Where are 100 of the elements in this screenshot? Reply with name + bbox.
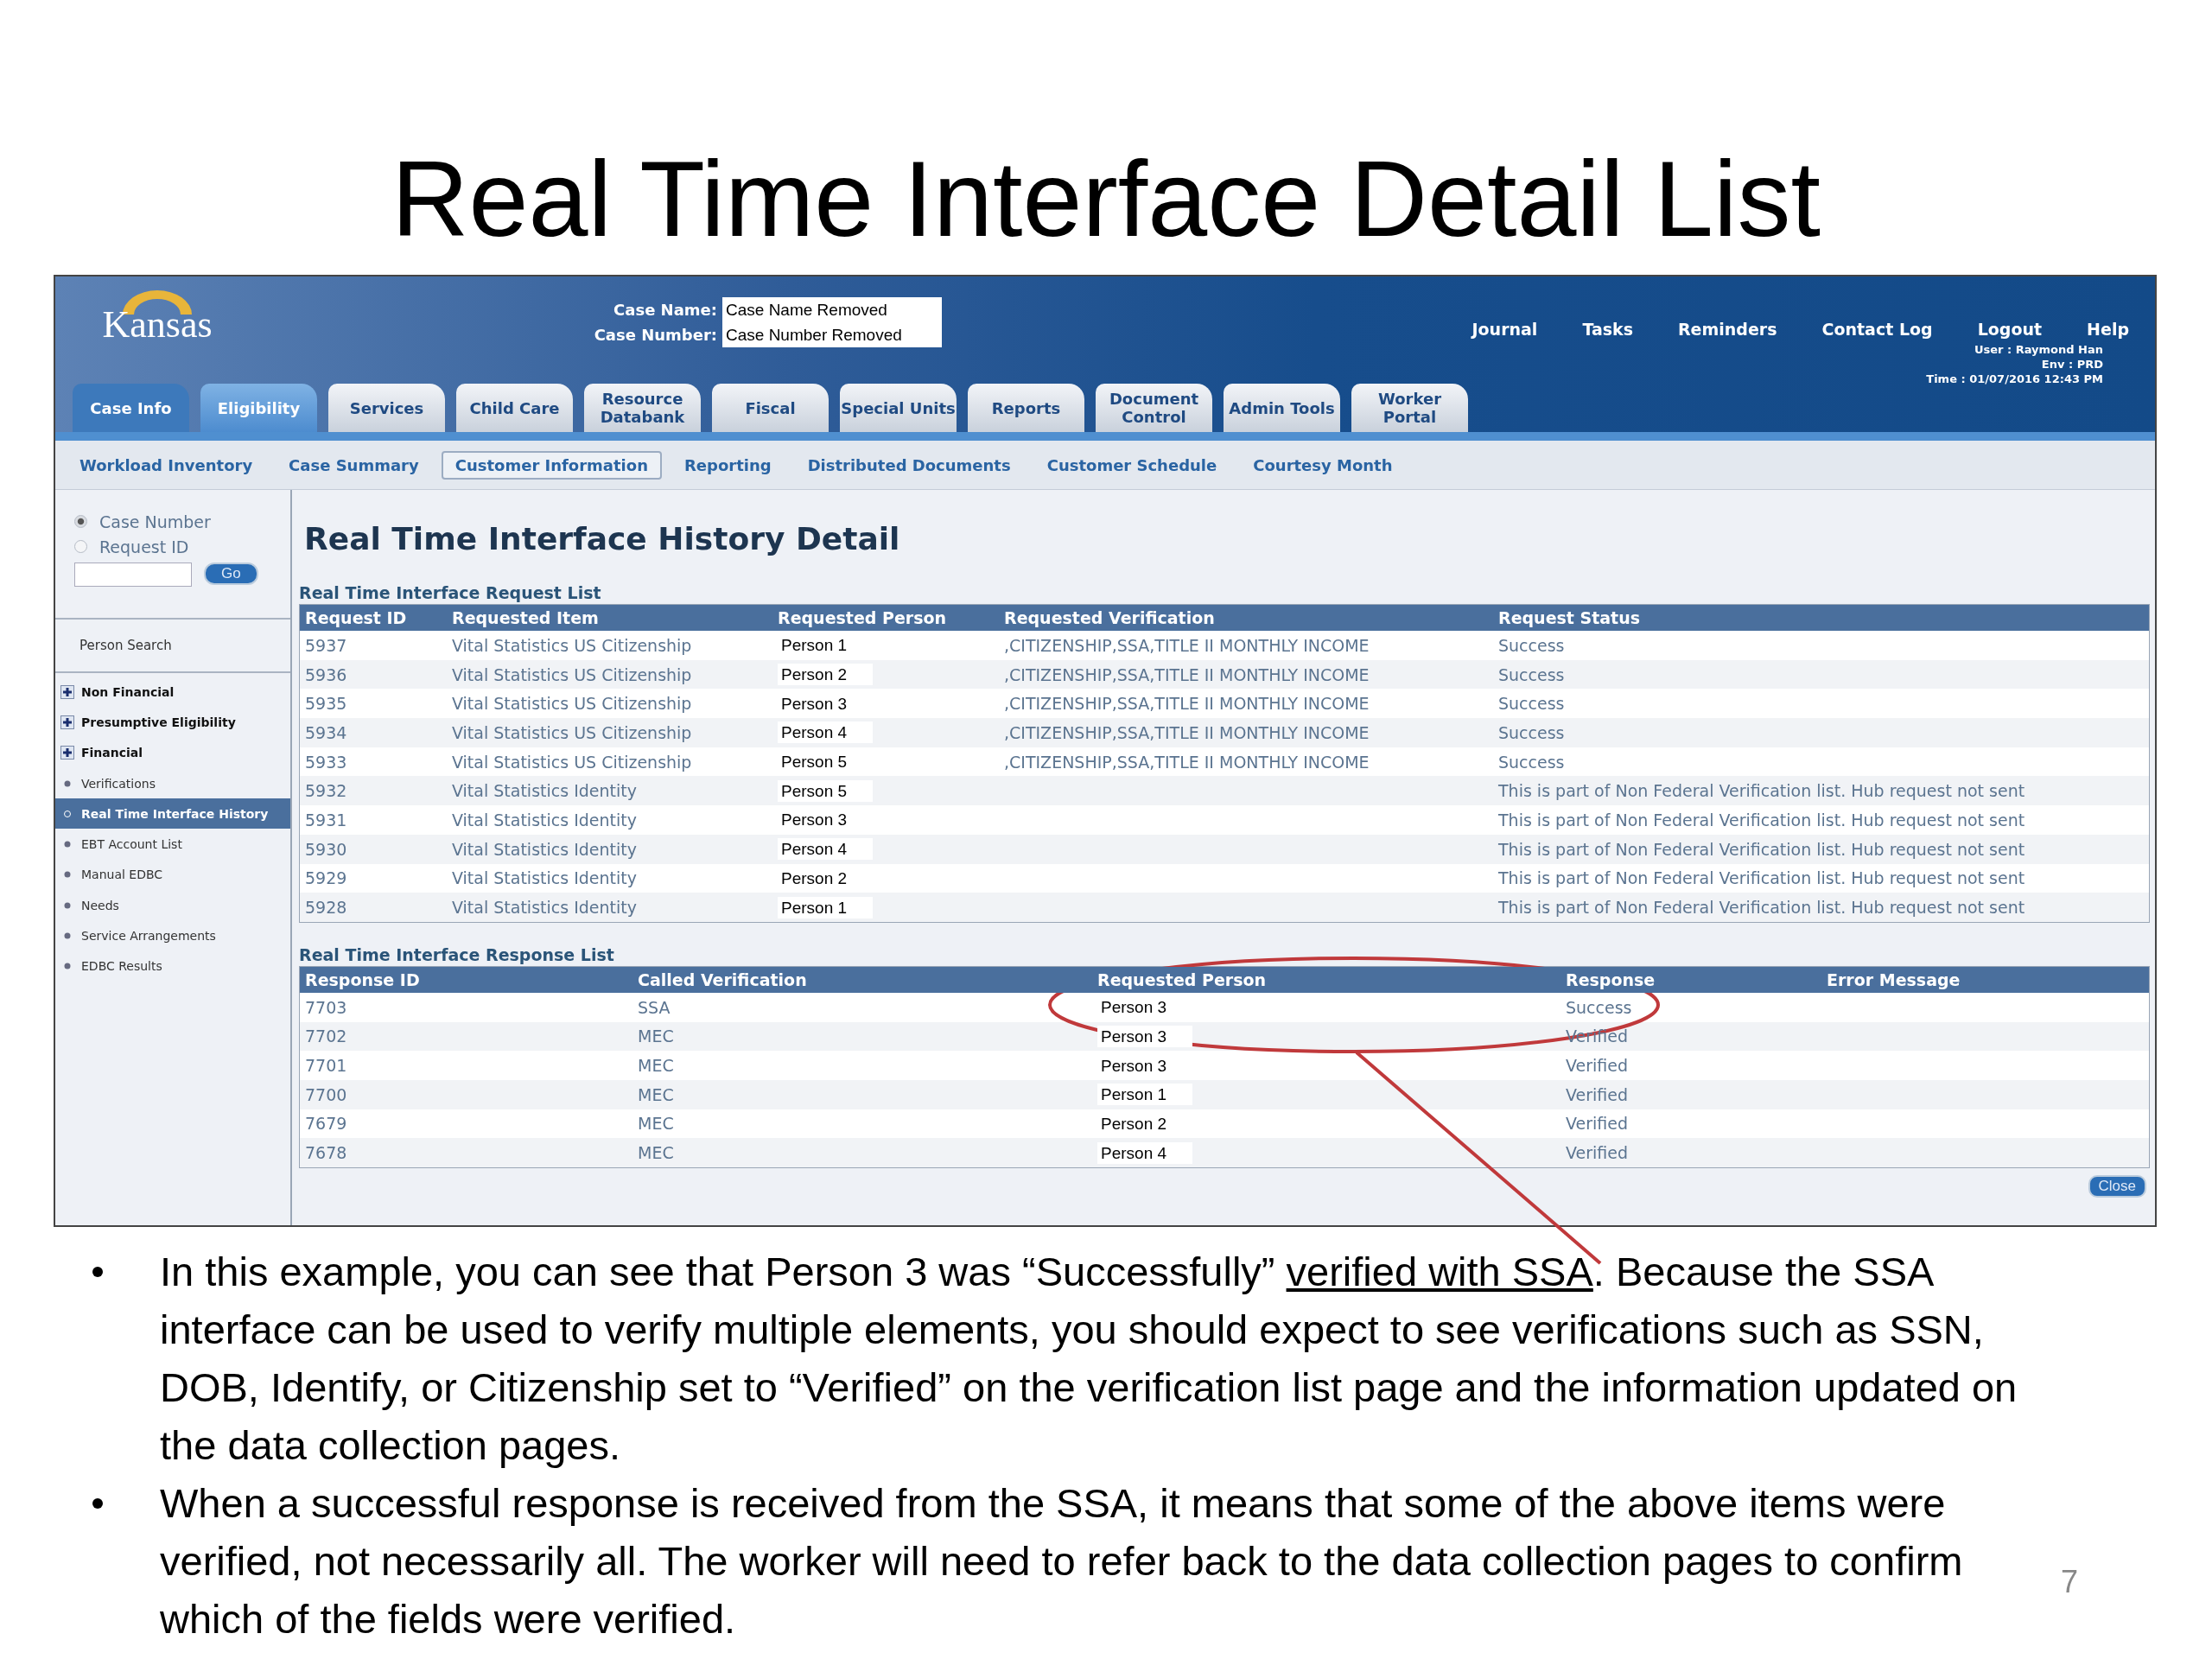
case-field-value: Case Number Removed xyxy=(722,322,942,347)
bullet-icon xyxy=(63,779,72,788)
sidebar-item[interactable]: Manual EDBC xyxy=(55,859,290,891)
table-cell: 7679 xyxy=(305,1114,347,1134)
page-number: 7 xyxy=(2061,1564,2079,1600)
nav-tab[interactable]: Document Control xyxy=(1096,384,1212,432)
table-cell: 5937 xyxy=(305,635,347,655)
header-link[interactable]: Logout xyxy=(1977,320,2043,339)
bullet-paragraph: In this example, you can see that Person 3 was “Successfully” verified with SSA. Because the SSA interface can be used to verify multiple elements, you should expect to see verifications such as SSN, DOB, Identify, or Citizenship set to “Verified” on the verification list page and the information updated on the data collection pages. xyxy=(160,1248,2018,1470)
sub-nav-link[interactable]: Workload Inventory xyxy=(66,450,267,480)
sub-nav-link[interactable]: Customer Information xyxy=(441,450,662,480)
nav-tab[interactable]: Special Units xyxy=(840,384,957,432)
case-field-label: Case Name: xyxy=(613,301,718,319)
sub-nav-link[interactable]: Distributed Documents xyxy=(793,450,1025,480)
search-field[interactable] xyxy=(74,563,192,587)
sidebar-item[interactable]: EBT Account List xyxy=(55,829,290,860)
table-cell: Vital Statistics US Citizenship xyxy=(452,694,692,714)
table-cell: 5928 xyxy=(305,898,347,918)
table-cell: Success xyxy=(1498,664,1565,684)
sidebar-item[interactable]: Verifications xyxy=(55,767,290,799)
nav-tab[interactable]: Fiscal xyxy=(712,384,829,432)
user-info-text: Env : PRD xyxy=(2041,357,2103,372)
sub-nav-link[interactable]: Courtesy Month xyxy=(1239,450,1407,480)
header-link[interactable]: Tasks xyxy=(1582,320,1633,339)
column-header: Request Status xyxy=(1493,604,2150,631)
nav-tab[interactable]: Case Info xyxy=(73,384,189,432)
person-search-link[interactable]: Person Search xyxy=(79,638,172,653)
bullet-icon xyxy=(92,1267,103,1277)
table-cell: Success xyxy=(1566,997,1632,1017)
case-field-value: Case Name Removed xyxy=(722,297,942,322)
sub-nav-link[interactable]: Customer Schedule xyxy=(1033,450,1231,480)
nav-tab[interactable]: Reports xyxy=(968,384,1084,432)
table-cell: Vital Statistics Identity xyxy=(452,781,637,801)
table-cell: Success xyxy=(1498,635,1565,655)
sidebar-item[interactable]: Real Time Interface History xyxy=(55,798,290,830)
column-header: Called Verification xyxy=(632,966,1092,993)
expand-icon[interactable] xyxy=(60,684,74,699)
table-cell: 5933 xyxy=(305,752,347,772)
page-title: Real Time Interface History Detail xyxy=(304,521,901,558)
table-cell: Verified xyxy=(1566,1143,1629,1163)
bullet-icon xyxy=(63,962,72,971)
nav-tab[interactable]: Services xyxy=(328,384,445,432)
nav-tab[interactable]: Worker Portal xyxy=(1351,384,1468,432)
column-header: Request ID xyxy=(299,604,447,631)
sub-nav-link[interactable]: Case Summary xyxy=(275,450,433,480)
bullet-icon xyxy=(63,870,72,880)
slide-title: Real Time Interface Detail List xyxy=(391,138,1821,260)
table-cell: ,CITIZENSHIP,SSA,TITLE II MONTHLY INCOME xyxy=(1004,664,1370,684)
user-info-text: User : Raymond Han xyxy=(1974,342,2103,357)
column-header: Requested Person xyxy=(1092,966,1560,993)
table-cell: Vital Statistics US Citizenship xyxy=(452,752,692,772)
radio-button[interactable] xyxy=(74,540,87,553)
table-cell: 5929 xyxy=(305,868,347,888)
table-cell: This is part of Non Federal Verification list. Hub request not sent xyxy=(1498,810,2025,830)
sidebar-item[interactable]: Financial xyxy=(55,737,290,768)
sidebar-item[interactable]: Needs xyxy=(55,890,290,921)
table-cell: Person 1 xyxy=(778,896,874,918)
header-link[interactable]: Contact Log xyxy=(1821,320,1933,339)
table-cell: Success xyxy=(1498,722,1565,742)
nav-tab[interactable]: Resource Databank xyxy=(584,384,701,432)
radio-button[interactable] xyxy=(74,515,87,528)
table-cell: Vital Statistics US Citizenship xyxy=(452,722,692,742)
nav-tab[interactable]: Admin Tools xyxy=(1224,384,1340,432)
sidebar-item[interactable]: Presumptive Eligibility xyxy=(55,707,290,738)
table-cell: This is part of Non Federal Verification list. Hub request not sent xyxy=(1498,839,2025,859)
expand-icon[interactable] xyxy=(60,746,74,760)
table-cell: SSA xyxy=(638,997,671,1017)
table-cell: ,CITIZENSHIP,SSA,TITLE II MONTHLY INCOME xyxy=(1004,752,1370,772)
bullet-icon xyxy=(63,809,72,818)
expand-icon[interactable] xyxy=(60,715,74,729)
sidebar-item[interactable]: Non Financial xyxy=(55,677,290,708)
table-cell: Person 1 xyxy=(1097,1084,1193,1106)
logo-text: Kansas xyxy=(102,306,213,344)
table-cell: Person 5 xyxy=(778,779,874,802)
header-link[interactable]: Help xyxy=(2087,320,2129,339)
column-header: Response xyxy=(1560,966,1821,993)
table-cell: Person 3 xyxy=(1097,1025,1193,1047)
list-title: Real Time Interface Request List xyxy=(299,582,602,604)
table-cell: Success xyxy=(1498,694,1565,714)
table-cell: 7678 xyxy=(305,1143,347,1163)
table-cell: Vital Statistics Identity xyxy=(452,898,637,918)
header-link[interactable]: Journal xyxy=(1471,320,1538,339)
go-button[interactable]: Go xyxy=(204,563,258,585)
sidebar-item[interactable]: Service Arrangements xyxy=(55,920,290,951)
table-cell: 7702 xyxy=(305,1027,347,1046)
header-link[interactable]: Reminders xyxy=(1677,320,1777,339)
table-cell: MEC xyxy=(638,1143,674,1163)
sidebar-item[interactable]: EDBC Results xyxy=(55,950,290,982)
table-cell: Vital Statistics Identity xyxy=(452,868,637,888)
table-cell: Person 2 xyxy=(778,664,874,686)
column-header: Requested Person xyxy=(772,604,999,631)
radio-label: Case Number xyxy=(99,512,211,531)
nav-tab[interactable]: Child Care xyxy=(456,384,573,432)
close-button[interactable]: Close xyxy=(2088,1175,2146,1198)
sub-nav-link[interactable]: Reporting xyxy=(670,450,785,480)
table-cell: 7701 xyxy=(305,1056,347,1076)
table-cell: 5932 xyxy=(305,781,347,801)
table-cell: Verified xyxy=(1566,1056,1629,1076)
table-cell: Vital Statistics Identity xyxy=(452,810,637,830)
table-cell: MEC xyxy=(638,1114,674,1134)
